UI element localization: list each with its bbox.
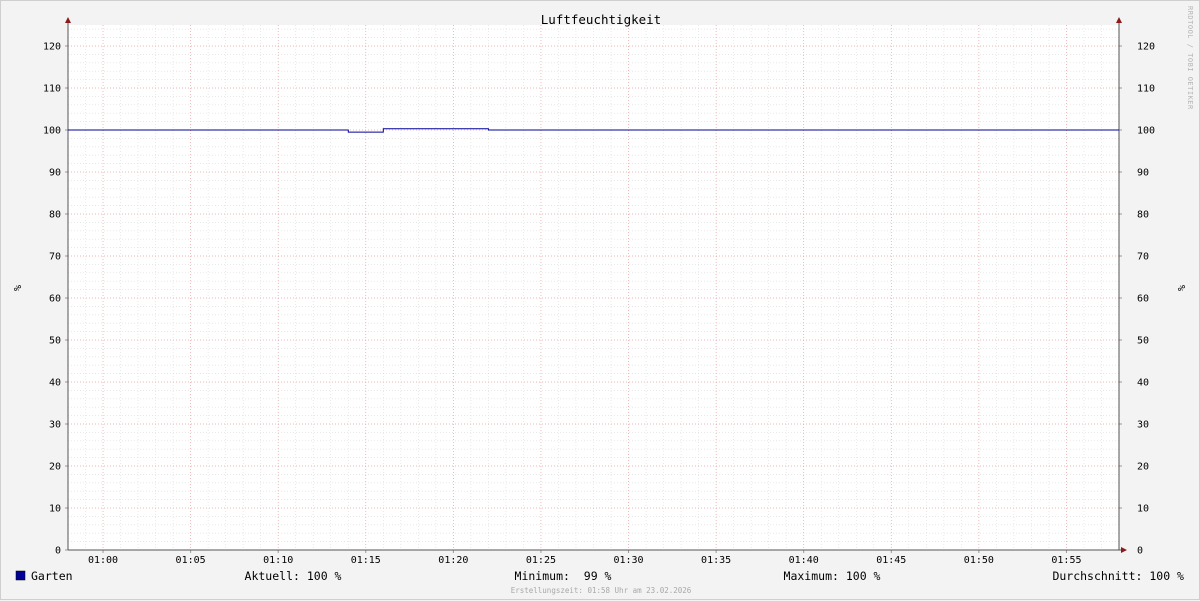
chart-canvas: 0 0 10 10 20 20 30 30 40 40 50 50 60 60 70 70 80 80 90 90 10…: [11, 6, 1194, 595]
legend-label-garten: Garten: [31, 569, 73, 583]
y-tick-label-right: 90: [1137, 168, 1149, 179]
y-tick-label-left: 70: [49, 252, 61, 263]
x-tick-label: 01:45: [876, 555, 906, 566]
y-tick-label-right: 20: [1137, 462, 1149, 473]
y-axis-left-arrow: [65, 17, 71, 23]
y-tick-label-right: 70: [1137, 252, 1149, 263]
y-tick-label-right: 120: [1137, 42, 1155, 53]
y-tick-label-left: 20: [49, 462, 61, 473]
x-tick-label: 01:55: [1051, 555, 1081, 566]
legend-minimum-value: Minimum: 99 %: [515, 569, 612, 583]
x-tick-label: 01:25: [526, 555, 556, 566]
y-tick-label-right: 10: [1137, 504, 1149, 515]
y-tick-label-left: 110: [43, 84, 61, 95]
x-tick-label: 01:35: [701, 555, 731, 566]
y-tick-label-left: 90: [49, 168, 61, 179]
y-tick-label-left: 10: [49, 504, 61, 515]
x-axis-arrow: [1121, 547, 1127, 553]
x-tick-label: 01:05: [176, 555, 206, 566]
x-tick-label: 01:40: [789, 555, 819, 566]
legend-swatch-garten: [15, 570, 26, 581]
y-tick-label-left: 60: [49, 294, 61, 305]
y-tick-label-right: 80: [1137, 210, 1149, 221]
x-tick-label: 01:10: [263, 555, 293, 566]
x-tick-label: 01:15: [351, 555, 381, 566]
y-axis-right-arrow: [1116, 17, 1122, 23]
legend-maximum-value: Maximum: 100 %: [784, 569, 881, 583]
y-tick-label-right: 0: [1137, 546, 1143, 557]
y-tick-label-right: 50: [1137, 336, 1149, 347]
graph-frame: 0 0 10 10 20 20 30 30 40 40 50 50 60 60 70 70 80 80 90 90 10…: [0, 0, 1200, 600]
y-tick-label-left: 30: [49, 420, 61, 431]
watermark-text: RRDTOOL / TOBI OETIKER: [1186, 6, 1194, 110]
x-tick-label: 01:30: [613, 555, 643, 566]
y-tick-label-right: 30: [1137, 420, 1149, 431]
x-tick-label: 01:50: [964, 555, 994, 566]
y-tick-label-left: 40: [49, 378, 61, 389]
y-tick-label-right: 100: [1137, 126, 1155, 137]
y-tick-label-left: 120: [43, 42, 61, 53]
y-tick-label-right: 40: [1137, 378, 1149, 389]
y-tick-label-right: 110: [1137, 84, 1155, 95]
creation-time-footer: Erstellungszeit: 01:58 Uhr am 23.02.2026: [511, 586, 692, 595]
y-axis-label-right: %: [1175, 285, 1186, 291]
y-tick-label-left: 80: [49, 210, 61, 221]
x-tick-label: 01:00: [88, 555, 118, 566]
y-tick-label-left: 50: [49, 336, 61, 347]
chart-title: Luftfeuchtigkeit: [541, 12, 661, 27]
y-tick-label-left: 0: [55, 546, 61, 557]
legend-current-value: Aktuell: 100 %: [245, 569, 342, 583]
y-tick-label-left: 100: [43, 126, 61, 137]
legend-average-value: Durchschnitt: 100 %: [1052, 569, 1184, 583]
y-axis-label-left: %: [11, 285, 22, 291]
y-tick-label-right: 60: [1137, 294, 1149, 305]
x-tick-label: 01:20: [438, 555, 468, 566]
